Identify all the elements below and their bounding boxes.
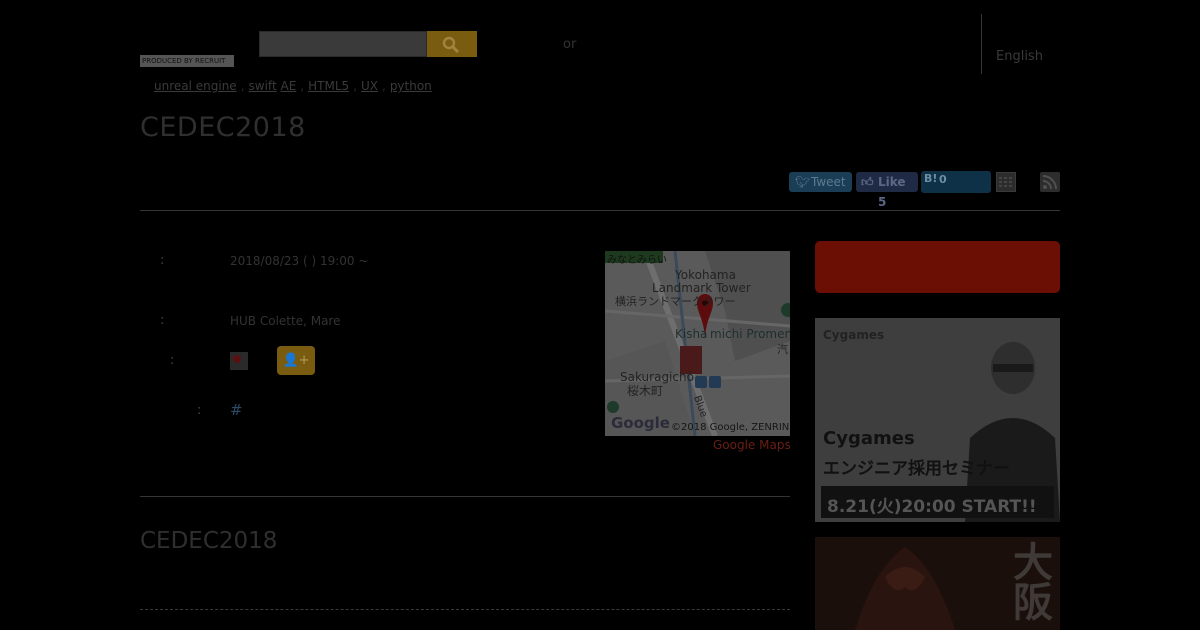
like-label: Like 5 xyxy=(878,175,906,209)
game-ad-banner[interactable]: 大阪 xyxy=(815,537,1060,630)
map-label-landmark-jp: 横浜ランドマークタワー xyxy=(615,295,736,308)
ad-date-text: 8.21(火)20:00 START!! xyxy=(827,497,1037,517)
map-image[interactable]: みなとみらい Yokohama Landmark Tower 横浜ランドマークタ… xyxy=(605,251,790,436)
section-title: CEDEC2018 xyxy=(140,528,278,554)
google-logo: Google xyxy=(611,414,670,432)
ad-kanji: 大阪 xyxy=(1006,541,1052,621)
map-label-sakuragicho-jp: 桜木町 xyxy=(627,384,664,398)
divider xyxy=(140,496,790,497)
map-label-ki: 汽 xyxy=(777,343,788,356)
facebook-like-button[interactable]: 👍︎ Like 5 xyxy=(856,172,918,209)
calendar-icon[interactable] xyxy=(996,172,1016,192)
tweet-label: Tweet xyxy=(811,175,846,189)
tag-link[interactable]: UX xyxy=(361,79,378,93)
apply-button[interactable] xyxy=(815,241,1060,293)
tag-link[interactable]: HTML5 xyxy=(308,79,349,93)
add-user-icon: 👤+ xyxy=(282,353,310,368)
map-attribution: ©2018 Google, ZENRIN xyxy=(671,422,790,433)
search-icon xyxy=(442,36,460,54)
date-value: 2018/08/23 ( ) 19:00 ~ xyxy=(230,254,369,268)
date-label: : xyxy=(160,253,165,268)
join-button[interactable]: 👤+ xyxy=(277,346,315,375)
cygames-ad-banner[interactable]: Cygames Cygames エンジニア採用セミナー 8.21(火)20:00… xyxy=(815,318,1060,522)
recruit-logo[interactable]: PRODUCED BY RECRUIT xyxy=(140,55,234,67)
thumbs-up-icon: 👍︎ xyxy=(861,175,874,189)
tag-link[interactable]: AE xyxy=(280,79,296,93)
google-maps-link[interactable]: Google Maps xyxy=(713,438,791,452)
tweet-button[interactable]: 🐦︎ Tweet xyxy=(789,172,852,192)
header-divider xyxy=(981,14,982,74)
hatena-b-icon: B! xyxy=(924,172,938,185)
hashtag-link[interactable]: # xyxy=(230,401,243,419)
tag-list: unreal engine, swift AE, HTML5, UX, python xyxy=(154,79,432,93)
hashtag-label: : xyxy=(197,403,202,418)
rss-icon[interactable] xyxy=(1040,172,1060,192)
place-value: HUB Colette, Mare xyxy=(230,314,341,328)
divider xyxy=(140,210,1060,211)
twitter-bird-icon: 🐦︎ xyxy=(795,175,811,189)
or-text: or xyxy=(563,37,577,52)
ad-date-bar: 8.21(火)20:00 START!! xyxy=(821,486,1054,518)
place-label: : xyxy=(160,313,165,328)
map-label-minatomirai: みなとみらい xyxy=(607,255,667,266)
map-label-kisha: Kisha xyxy=(675,327,708,341)
page-title: CEDEC2018 xyxy=(140,112,306,143)
language-link[interactable]: English xyxy=(996,49,1043,64)
map-label-promenade: michi Promena xyxy=(710,327,790,341)
tag-link[interactable]: python xyxy=(390,79,432,93)
logo-text: PRODUCED BY RECRUIT xyxy=(142,57,226,65)
hatena-bookmark-button[interactable]: B! 0 xyxy=(921,171,991,193)
ad-headline: Cygames xyxy=(823,428,915,449)
divider xyxy=(140,609,790,610)
cygames-brand: Cygames xyxy=(823,328,885,342)
hatena-count: 0 xyxy=(939,173,947,186)
tag-link[interactable]: unreal engine xyxy=(154,79,237,93)
tag-link[interactable]: swift xyxy=(249,79,277,93)
search-button[interactable] xyxy=(427,31,477,57)
search-input[interactable] xyxy=(259,31,427,57)
map-label-yokohama: Yokohama xyxy=(675,268,736,282)
participant-avatar[interactable] xyxy=(230,352,248,370)
participants-label: : xyxy=(170,353,175,368)
ad-subheadline: エンジニア採用セミナー xyxy=(823,459,1010,479)
